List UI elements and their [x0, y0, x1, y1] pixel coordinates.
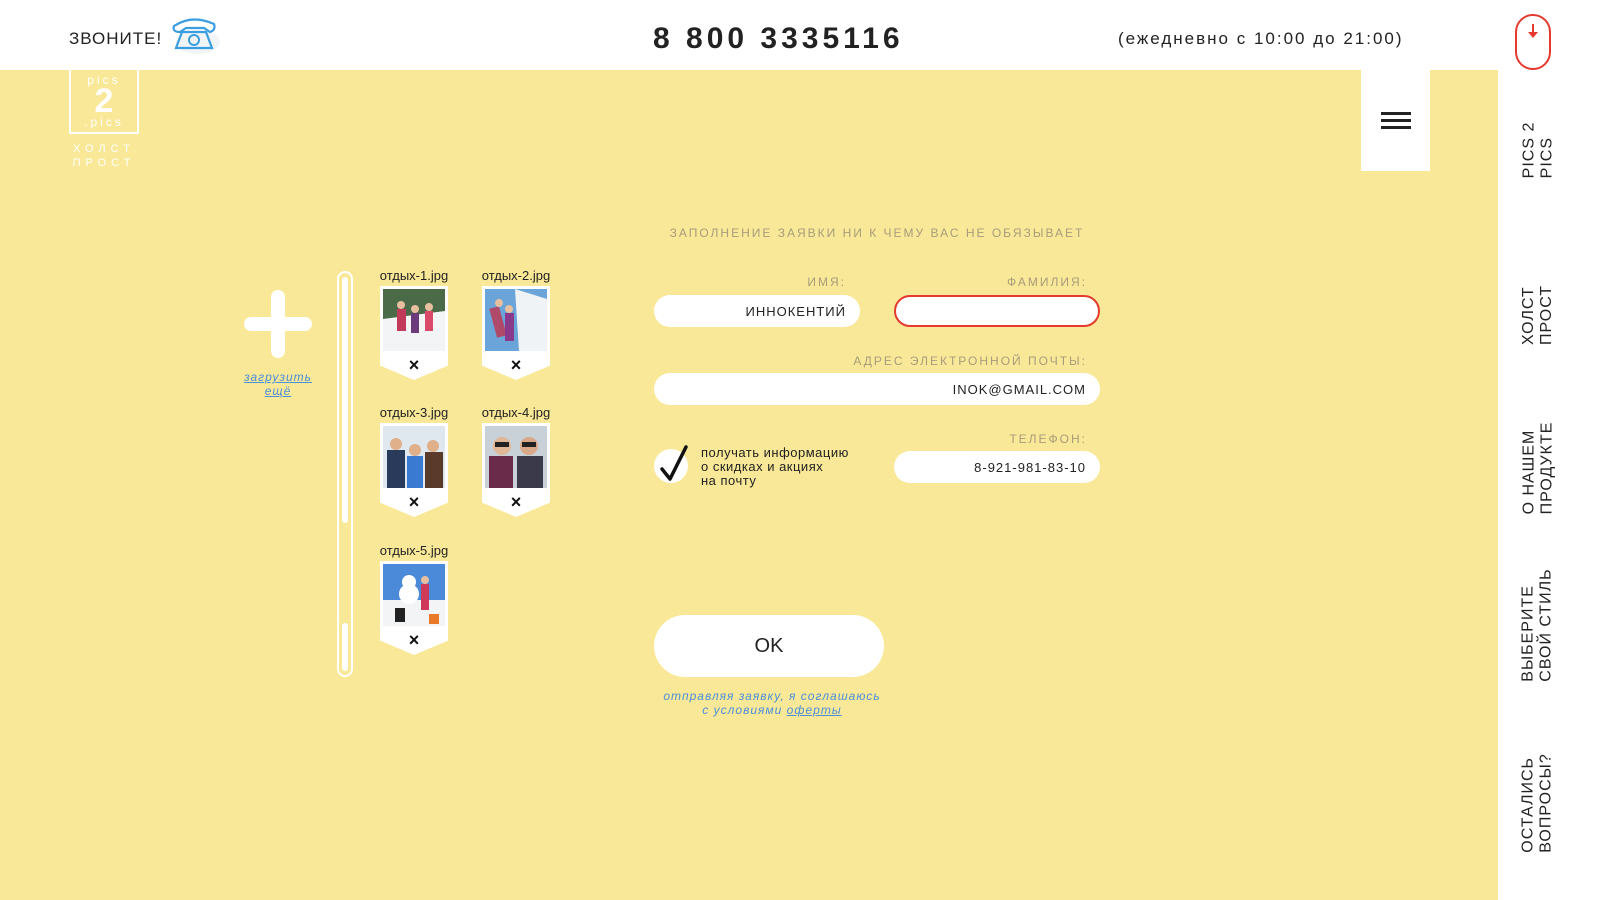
file-item: отдых-4.jpg × — [471, 405, 561, 517]
logo-mark: pics 2 .pics — [69, 68, 139, 134]
call-label: ЗВОНИТЕ! — [69, 29, 163, 48]
submit-button[interactable]: OK — [654, 615, 884, 677]
working-hours: (ежедневно с 10:00 до 21:00) — [1118, 29, 1404, 48]
subscribe-label-line3: на почту — [701, 473, 757, 488]
sidebar-item-about-product[interactable]: О НАШЕМ ПРОДУКТЕ — [1508, 405, 1568, 530]
remove-file-button[interactable]: × — [482, 356, 550, 380]
plus-icon[interactable] — [244, 290, 312, 358]
email-field[interactable] — [654, 373, 1100, 405]
photo-thumbnail — [485, 426, 547, 488]
photo-thumbnail — [383, 564, 445, 626]
remove-file-button[interactable]: × — [380, 493, 448, 517]
sidebar-item-questions[interactable]: ОСТАЛИСЬ ВОПРОСЫ? — [1508, 740, 1568, 865]
first-name-field[interactable] — [654, 295, 860, 327]
subscribe-checkbox[interactable] — [654, 445, 688, 483]
logo-subtitle-line1: ХОЛСТ — [73, 143, 135, 155]
agreement-note: отправляя заявку, я соглашаюсь с условия… — [650, 689, 894, 717]
photo-thumbnail — [383, 289, 445, 351]
form-hint: ЗАПОЛНЕНИЕ ЗАЯВКИ НИ К ЧЕМУ ВАС НЕ ОБЯЗЫ… — [669, 226, 1085, 240]
logo-number: 2 — [94, 82, 114, 120]
file-thumbnail — [380, 423, 448, 493]
last-name-field[interactable] — [894, 295, 1100, 327]
remove-file-button[interactable]: × — [380, 356, 448, 380]
sidebar-item-label: PICS 2 PICS — [1520, 121, 1555, 179]
scrollbar-thumb[interactable] — [342, 277, 348, 523]
top-bar: ЗВОНИТЕ! 8 800 3335116 (ежедневно с 10:0… — [0, 0, 1498, 70]
sidebar-item-pics2pics[interactable]: PICS 2 PICS — [1508, 100, 1568, 200]
right-sidebar: PICS 2 PICS ХОЛСТ ПРОСТ О НАШЕМ ПРОДУКТЕ… — [1498, 0, 1600, 900]
scroll-mouse-icon[interactable] — [1515, 14, 1551, 70]
file-thumbnail — [380, 286, 448, 356]
upload-more-link[interactable]: загрузить ещё — [236, 370, 320, 398]
file-thumbnail — [482, 423, 550, 493]
remove-file-button[interactable]: × — [380, 631, 448, 655]
phone-field[interactable] — [894, 451, 1100, 483]
logo-subtitle: ХОЛСТ ПРОСТ — [69, 142, 139, 170]
subscribe-label-line1: получать информацию — [701, 445, 849, 460]
file-name: отдых-3.jpg — [379, 405, 449, 420]
sidebar-item-label: ХОЛСТ ПРОСТ — [1520, 284, 1555, 346]
agreement-line2: с условиями — [702, 703, 783, 717]
subscribe-label-line2: о скидках и акциях — [701, 459, 824, 474]
scrollbar-track-end — [342, 623, 348, 671]
email-label: АДРЕС ЭЛЕКТРОННОЙ ПОЧТЫ: — [853, 354, 1087, 368]
sidebar-item-label: О НАШЕМ ПРОДУКТЕ — [1520, 421, 1556, 514]
file-name: отдых-4.jpg — [481, 405, 551, 420]
telephone-icon[interactable] — [168, 12, 224, 58]
file-name: отдых-5.jpg — [379, 543, 449, 558]
upload-link-line1: загрузить — [244, 370, 312, 384]
subscribe-label[interactable]: получать информацию о скидках и акциях н… — [701, 446, 849, 488]
remove-file-button[interactable]: × — [482, 493, 550, 517]
phone-label: ТЕЛЕФОН: — [1009, 432, 1087, 446]
upload-more[interactable]: загрузить ещё — [236, 290, 320, 398]
photo-thumbnail — [485, 289, 547, 351]
photo-thumbnail — [383, 426, 445, 488]
file-item: отдых-3.jpg × — [369, 405, 459, 517]
files-scrollbar[interactable] — [337, 271, 353, 677]
logo-subtitle-line2: ПРОСТ — [72, 157, 136, 169]
first-name-label: ИМЯ: — [807, 275, 846, 289]
upload-link-line2: ещё — [264, 384, 292, 398]
sidebar-item-choose-style[interactable]: ВЫБЕРИТЕ СВОЙ СТИЛЬ — [1508, 555, 1568, 695]
file-name: отдых-1.jpg — [379, 268, 449, 283]
sidebar-item-label: ВЫБЕРИТЕ СВОЙ СТИЛЬ — [1520, 568, 1556, 682]
file-item: отдых-5.jpg × — [369, 543, 459, 655]
logo-bottom-text: .pics — [84, 115, 124, 129]
file-item: отдых-1.jpg × — [369, 268, 459, 380]
hamburger-icon — [1380, 108, 1411, 133]
logo[interactable]: pics 2 .pics ХОЛСТ ПРОСТ — [69, 68, 139, 170]
phone-number[interactable]: 8 800 3335116 — [653, 22, 904, 56]
offer-link[interactable]: оферты — [787, 703, 842, 717]
sidebar-item-holst-prost[interactable]: ХОЛСТ ПРОСТ — [1508, 260, 1568, 370]
checkmark-icon — [660, 445, 688, 481]
file-item: отдых-2.jpg × — [471, 268, 561, 380]
file-thumbnail — [482, 286, 550, 356]
file-thumbnail — [380, 561, 448, 631]
file-name: отдых-2.jpg — [481, 268, 551, 283]
sidebar-item-label: ОСТАЛИСЬ ВОПРОСЫ? — [1520, 752, 1555, 853]
last-name-label: ФАМИЛИЯ: — [1007, 275, 1087, 289]
agreement-line1: отправляя заявку, я соглашаюсь — [663, 689, 881, 703]
menu-button[interactable] — [1361, 70, 1430, 171]
